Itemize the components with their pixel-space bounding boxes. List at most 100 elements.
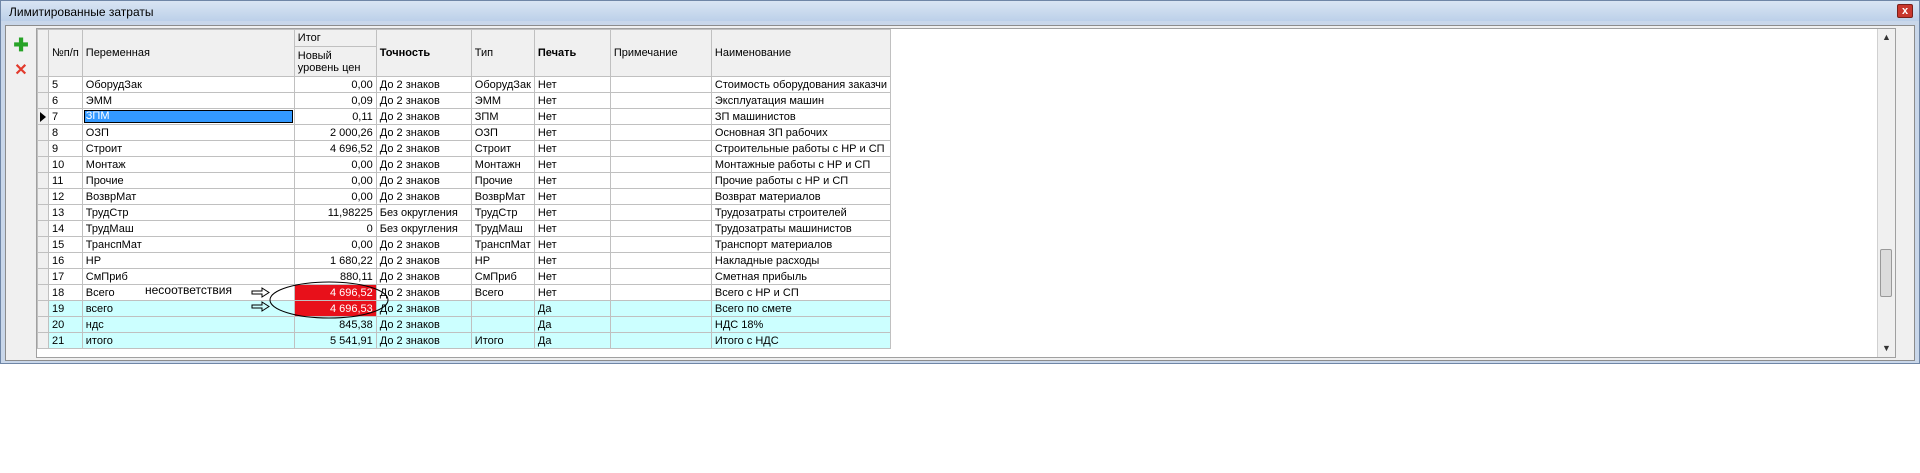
- cell-value[interactable]: 0,11: [293, 108, 377, 125]
- cell-num[interactable]: 9: [48, 140, 83, 157]
- cell-name[interactable]: Строительные работы с НР и СП: [710, 140, 892, 157]
- cell-print[interactable]: Нет: [533, 140, 611, 157]
- header-note[interactable]: Примечание: [609, 29, 712, 77]
- cell-value[interactable]: 0: [293, 220, 377, 237]
- cell-precision[interactable]: До 2 знаков: [375, 156, 472, 173]
- cell-value[interactable]: 1 680,22: [293, 252, 377, 269]
- cell-note[interactable]: [609, 300, 712, 317]
- row-indicator[interactable]: [37, 172, 49, 189]
- cell-print[interactable]: Нет: [533, 236, 611, 253]
- row-indicator[interactable]: [37, 108, 49, 125]
- table-row[interactable]: 10 Монтаж 0,00 До 2 знаков Монтажн Нет Монтажн…: [37, 156, 892, 173]
- cell-variable[interactable]: всего: [81, 300, 295, 317]
- cell-value[interactable]: 880,11: [293, 268, 377, 285]
- title-bar[interactable]: Лимитированные затраты x: [1, 1, 1919, 21]
- cell-num[interactable]: 20: [48, 316, 83, 333]
- cell-precision[interactable]: До 2 знаков: [375, 316, 472, 333]
- row-indicator[interactable]: [37, 236, 49, 253]
- cell-value[interactable]: 4 696,53: [293, 300, 377, 317]
- cell-note[interactable]: [609, 108, 712, 125]
- cell-value[interactable]: 5 541,91: [293, 332, 377, 349]
- table-row[interactable]: 13 ТрудСтр 11,98225 Без округления ТрудСтр Не…: [37, 204, 892, 221]
- cell-type[interactable]: ТранспМат: [470, 236, 535, 253]
- cell-num[interactable]: 5: [48, 76, 83, 93]
- costs-grid[interactable]: №п/п Переменная Итог Точность Тип Печать…: [36, 28, 1896, 358]
- cell-print[interactable]: Нет: [533, 204, 611, 221]
- cell-type[interactable]: [470, 316, 535, 333]
- cell-print[interactable]: Нет: [533, 124, 611, 141]
- cell-variable[interactable]: ЗПМ: [81, 108, 295, 125]
- cell-value[interactable]: 0,00: [293, 188, 377, 205]
- cell-name[interactable]: Всего с НР и СП: [710, 284, 892, 301]
- table-row[interactable]: 20 ндс 845,38 До 2 знаков Да НДС 18%: [37, 316, 892, 333]
- cell-note[interactable]: [609, 268, 712, 285]
- cell-note[interactable]: [609, 316, 712, 333]
- cell-name[interactable]: Итого с НДС: [710, 332, 892, 349]
- cell-num[interactable]: 14: [48, 220, 83, 237]
- table-row[interactable]: 5 ОборудЗак 0,00 До 2 знаков ОборудЗак Нет Сто…: [37, 76, 892, 93]
- cell-note[interactable]: [609, 156, 712, 173]
- cell-print[interactable]: Нет: [533, 108, 611, 125]
- cell-variable[interactable]: Монтаж: [81, 156, 295, 173]
- cell-print[interactable]: Да: [533, 300, 611, 317]
- cell-precision[interactable]: До 2 знаков: [375, 92, 472, 109]
- vertical-scrollbar[interactable]: ▲ ▼: [1877, 29, 1895, 357]
- cell-precision[interactable]: Без округления: [375, 204, 472, 221]
- cell-value[interactable]: 0,00: [293, 76, 377, 93]
- cell-num[interactable]: 7: [48, 108, 83, 125]
- header-name[interactable]: Наименование: [710, 29, 892, 77]
- cell-name[interactable]: Прочие работы с НР и СП: [710, 172, 892, 189]
- cell-type[interactable]: ТрудСтр: [470, 204, 535, 221]
- cell-note[interactable]: [609, 236, 712, 253]
- cell-num[interactable]: 13: [48, 204, 83, 221]
- cell-precision[interactable]: До 2 знаков: [375, 252, 472, 269]
- cell-num[interactable]: 21: [48, 332, 83, 349]
- cell-note[interactable]: [609, 172, 712, 189]
- table-row[interactable]: 11 Прочие 0,00 До 2 знаков Прочие Нет Прочие р…: [37, 172, 892, 189]
- cell-num[interactable]: 12: [48, 188, 83, 205]
- cell-type[interactable]: НР: [470, 252, 535, 269]
- cell-type[interactable]: Монтажн: [470, 156, 535, 173]
- cell-variable[interactable]: ЭММ: [81, 92, 295, 109]
- cell-num[interactable]: 18: [48, 284, 83, 301]
- cell-variable[interactable]: ТранспМат: [81, 236, 295, 253]
- cell-note[interactable]: [609, 204, 712, 221]
- cell-note[interactable]: [609, 252, 712, 269]
- cell-print[interactable]: Нет: [533, 156, 611, 173]
- cell-print[interactable]: Нет: [533, 268, 611, 285]
- cell-precision[interactable]: До 2 знаков: [375, 300, 472, 317]
- cell-type[interactable]: Строит: [470, 140, 535, 157]
- cell-precision[interactable]: Без округления: [375, 220, 472, 237]
- cell-precision[interactable]: До 2 знаков: [375, 332, 472, 349]
- table-row[interactable]: 19 всего 4 696,53 До 2 знаков Да Всего по сме…: [37, 300, 892, 317]
- cell-name[interactable]: Монтажные работы с НР и СП: [710, 156, 892, 173]
- cell-type[interactable]: ЭММ: [470, 92, 535, 109]
- row-indicator[interactable]: [37, 140, 49, 157]
- scroll-down-icon[interactable]: ▼: [1878, 340, 1895, 357]
- scroll-up-icon[interactable]: ▲: [1878, 29, 1895, 46]
- cell-value[interactable]: 0,09: [293, 92, 377, 109]
- cell-value[interactable]: 4 696,52: [293, 140, 377, 157]
- cell-name[interactable]: Сметная прибыль: [710, 268, 892, 285]
- cell-precision[interactable]: До 2 знаков: [375, 124, 472, 141]
- cell-note[interactable]: [609, 92, 712, 109]
- cell-num[interactable]: 11: [48, 172, 83, 189]
- cell-note[interactable]: [609, 332, 712, 349]
- cell-value[interactable]: 845,38: [293, 316, 377, 333]
- cell-type[interactable]: СмПриб: [470, 268, 535, 285]
- cell-name[interactable]: Трудозатраты строителей: [710, 204, 892, 221]
- cell-note[interactable]: [609, 140, 712, 157]
- cell-num[interactable]: 16: [48, 252, 83, 269]
- row-indicator[interactable]: [37, 76, 49, 93]
- cell-num[interactable]: 10: [48, 156, 83, 173]
- table-row[interactable]: 8 ОЗП 2 000,26 До 2 знаков ОЗП Нет Основная ЗП…: [37, 124, 892, 141]
- cell-num[interactable]: 15: [48, 236, 83, 253]
- header-type[interactable]: Тип: [470, 29, 535, 77]
- cell-precision[interactable]: До 2 знаков: [375, 284, 472, 301]
- table-row[interactable]: 21 итого 5 541,91 До 2 знаков Итого Да Итого с…: [37, 332, 892, 349]
- cell-value[interactable]: 0,00: [293, 236, 377, 253]
- row-indicator[interactable]: [37, 268, 49, 285]
- row-indicator[interactable]: [37, 300, 49, 317]
- delete-row-button[interactable]: ✕: [10, 60, 32, 82]
- cell-variable[interactable]: НР: [81, 252, 295, 269]
